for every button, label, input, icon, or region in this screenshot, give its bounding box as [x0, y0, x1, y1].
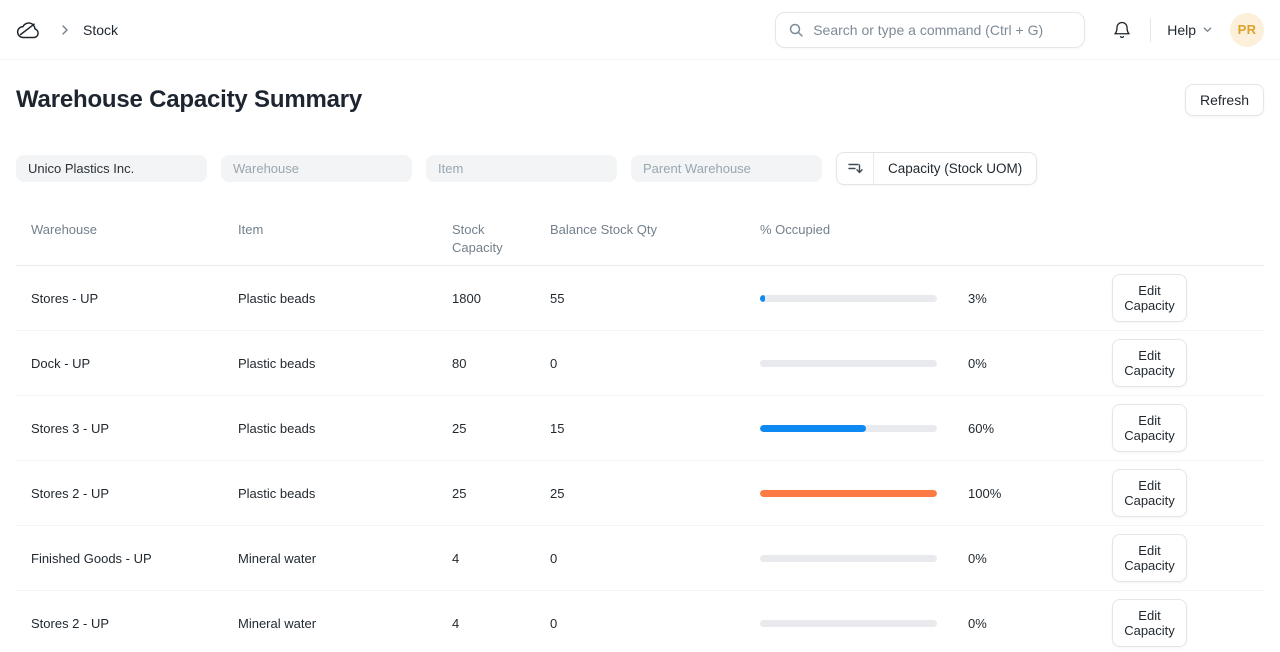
progress-track — [760, 295, 937, 302]
progress-track — [760, 490, 937, 497]
cell-balance-qty: 0 — [550, 551, 760, 566]
cell-stock-capacity: 25 — [452, 486, 550, 501]
cell-stock-capacity: 4 — [452, 616, 550, 631]
progress-fill — [760, 295, 765, 302]
cell-occupancy-bar — [760, 295, 968, 302]
sort-descending-icon — [846, 159, 864, 177]
company-filter-input[interactable] — [16, 155, 207, 182]
column-header-warehouse: Warehouse — [31, 196, 238, 265]
cell-warehouse: Dock - UP — [31, 356, 238, 371]
cell-percent-label: 0% — [968, 356, 1072, 371]
cell-warehouse: Stores 3 - UP — [31, 421, 238, 436]
breadcrumb-stock[interactable]: Stock — [83, 22, 118, 38]
cell-occupancy-bar — [760, 555, 968, 562]
column-header-balance-stock-qty: Balance Stock Qty — [550, 196, 760, 265]
cell-balance-qty: 15 — [550, 421, 760, 436]
edit-capacity-button[interactable]: Edit Capacity — [1112, 534, 1187, 582]
sort-control: Capacity (Stock UOM) — [836, 152, 1037, 185]
cell-percent-label: 0% — [968, 551, 1072, 566]
navbar-divider — [1150, 18, 1151, 42]
cell-stock-capacity: 25 — [452, 421, 550, 436]
table-row: Finished Goods - UP Mineral water 4 0 0%… — [16, 526, 1264, 591]
cell-stock-capacity: 4 — [452, 551, 550, 566]
cell-occupancy-bar — [760, 425, 968, 432]
cell-actions: Edit Capacity — [1072, 339, 1264, 387]
warehouse-filter-input[interactable] — [221, 155, 412, 182]
cell-item: Plastic beads — [238, 291, 452, 306]
search-icon — [788, 22, 804, 38]
notifications-bell-icon[interactable] — [1112, 20, 1132, 40]
table-row: Stores 2 - UP Plastic beads 25 25 100% E… — [16, 461, 1264, 526]
progress-track — [760, 425, 937, 432]
cell-stock-capacity: 80 — [452, 356, 550, 371]
edit-capacity-button[interactable]: Edit Capacity — [1112, 469, 1187, 517]
column-header-stock-capacity: Stock Capacity — [452, 196, 550, 265]
cell-occupancy-bar — [760, 360, 968, 367]
parent-warehouse-filter-input[interactable] — [631, 155, 822, 182]
cell-percent-label: 0% — [968, 616, 1072, 631]
cell-item: Mineral water — [238, 616, 452, 631]
cell-occupancy-bar — [760, 620, 968, 627]
cell-balance-qty: 0 — [550, 356, 760, 371]
table-header-row: Warehouse Item Stock Capacity Balance St… — [16, 196, 1264, 266]
cell-actions: Edit Capacity — [1072, 404, 1264, 452]
cell-percent-label: 60% — [968, 421, 1072, 436]
table-row: Stores 3 - UP Plastic beads 25 15 60% Ed… — [16, 396, 1264, 461]
progress-track — [760, 620, 937, 627]
cell-warehouse: Stores - UP — [31, 291, 238, 306]
cell-balance-qty: 0 — [550, 616, 760, 631]
navbar-right: Help PR — [775, 12, 1264, 48]
cell-actions: Edit Capacity — [1072, 599, 1264, 647]
cell-warehouse: Stores 2 - UP — [31, 616, 238, 631]
cloud-slash-logo-icon — [16, 19, 43, 41]
global-search[interactable] — [775, 12, 1085, 48]
cell-item: Plastic beads — [238, 421, 452, 436]
cell-actions: Edit Capacity — [1072, 274, 1264, 322]
cell-percent-label: 100% — [968, 486, 1072, 501]
chevron-down-icon — [1202, 24, 1213, 35]
cell-actions: Edit Capacity — [1072, 469, 1264, 517]
refresh-button[interactable]: Refresh — [1185, 84, 1264, 116]
user-avatar[interactable]: PR — [1230, 13, 1264, 47]
edit-capacity-button[interactable]: Edit Capacity — [1112, 599, 1187, 647]
progress-fill — [760, 490, 937, 497]
cell-actions: Edit Capacity — [1072, 534, 1264, 582]
cell-stock-capacity: 1800 — [452, 291, 550, 306]
sort-by-button[interactable]: Capacity (Stock UOM) — [874, 153, 1036, 184]
help-menu[interactable]: Help — [1167, 22, 1213, 38]
warehouse-capacity-table: Warehouse Item Stock Capacity Balance St… — [16, 196, 1264, 652]
progress-track — [760, 555, 937, 562]
table-row: Dock - UP Plastic beads 80 0 0% Edit Cap… — [16, 331, 1264, 396]
progress-track — [760, 360, 937, 367]
filter-bar: Capacity (Stock UOM) — [0, 140, 1280, 196]
cell-balance-qty: 25 — [550, 486, 760, 501]
table-body: Stores - UP Plastic beads 1800 55 3% Edi… — [16, 266, 1264, 652]
progress-fill — [760, 425, 866, 432]
app-logo[interactable] — [16, 19, 43, 41]
cell-warehouse: Stores 2 - UP — [31, 486, 238, 501]
sort-direction-button[interactable] — [837, 153, 874, 184]
cell-percent-label: 3% — [968, 291, 1072, 306]
navbar: Stock Help PR — [0, 0, 1280, 60]
table-row: Stores 2 - UP Mineral water 4 0 0% Edit … — [16, 591, 1264, 652]
cell-item: Plastic beads — [238, 486, 452, 501]
item-filter-input[interactable] — [426, 155, 617, 182]
table-row: Stores - UP Plastic beads 1800 55 3% Edi… — [16, 266, 1264, 331]
cell-warehouse: Finished Goods - UP — [31, 551, 238, 566]
cell-occupancy-bar — [760, 490, 968, 497]
search-input[interactable] — [813, 22, 1072, 38]
cell-item: Plastic beads — [238, 356, 452, 371]
column-header-item: Item — [238, 196, 452, 265]
edit-capacity-button[interactable]: Edit Capacity — [1112, 404, 1187, 452]
cell-balance-qty: 55 — [550, 291, 760, 306]
chevron-right-icon — [57, 22, 73, 38]
cell-item: Mineral water — [238, 551, 452, 566]
column-header-percent-occupied: % Occupied — [760, 196, 968, 265]
edit-capacity-button[interactable]: Edit Capacity — [1112, 339, 1187, 387]
page-title: Warehouse Capacity Summary — [16, 86, 362, 114]
help-label: Help — [1167, 22, 1196, 38]
edit-capacity-button[interactable]: Edit Capacity — [1112, 274, 1187, 322]
page-head: Warehouse Capacity Summary Refresh — [0, 60, 1280, 140]
